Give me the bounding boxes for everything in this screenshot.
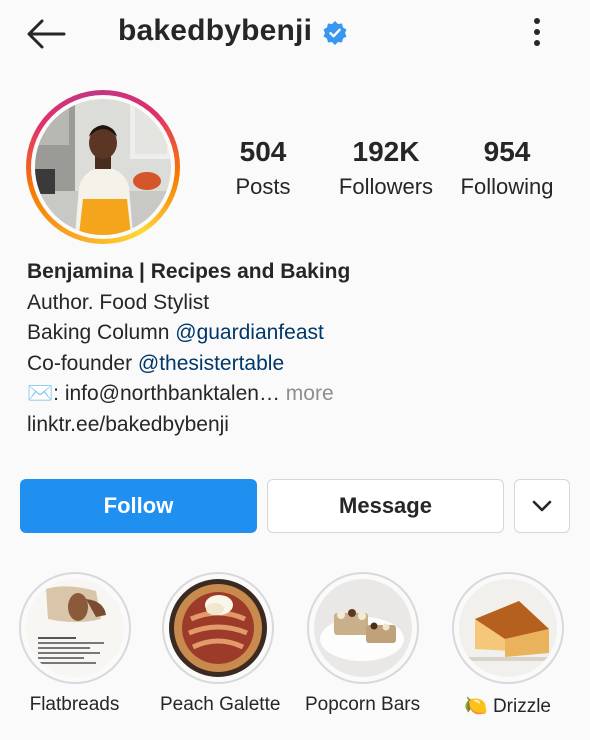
- message-button[interactable]: Message: [267, 479, 504, 533]
- highlight-peach-galette[interactable]: Peach Galette: [160, 572, 281, 716]
- follow-button[interactable]: Follow: [20, 479, 257, 533]
- following-count: 954: [483, 136, 531, 167]
- posts-stat[interactable]: 504 Posts: [218, 136, 308, 200]
- popcorn-bars-cover-image: [313, 579, 412, 677]
- more-options-icon[interactable]: [524, 14, 550, 50]
- highlight-label: Flatbreads: [29, 694, 120, 715]
- peach-galette-cover-image: [168, 579, 267, 677]
- suggested-dropdown-button[interactable]: [514, 479, 570, 533]
- mention-guardianfeast[interactable]: @guardianfeast: [175, 321, 324, 344]
- avatar-border: [31, 95, 175, 239]
- bio-column-text: Baking Column: [27, 321, 176, 344]
- highlight-label: Popcorn Bars: [305, 694, 421, 715]
- website-link[interactable]: linktr.ee/bakedbybenji: [27, 410, 567, 441]
- highlight-label: Peach Galette: [160, 694, 281, 715]
- more-link[interactable]: more: [280, 382, 334, 405]
- highlight-ring: [451, 572, 564, 684]
- bio-line-cofounder: Co-founder @thesistertable: [27, 349, 567, 380]
- top-bar: bakedbybenji: [0, 0, 590, 66]
- highlight-ring: [161, 572, 274, 684]
- followers-label: Followers: [338, 174, 434, 199]
- following-stat[interactable]: 954 Following: [452, 136, 562, 200]
- highlight-flatbreads[interactable]: Flatbreads: [17, 572, 132, 716]
- flatbreads-cover-image: [25, 579, 124, 677]
- envelope-icon: ✉️: [27, 382, 54, 405]
- highlight-drizzle[interactable]: 🍋 Drizzle: [450, 572, 565, 718]
- profile-username: bakedbybenji: [118, 14, 313, 47]
- bio-line-role: Author. Food Stylist: [27, 290, 210, 314]
- bio-line-column: Baking Column @guardianfeast: [27, 318, 567, 349]
- highlight-popcorn-bars[interactable]: Popcorn Bars: [305, 572, 420, 716]
- chevron-down-icon: [532, 500, 552, 512]
- display-name: Benjamina | Recipes and Baking: [27, 260, 351, 283]
- followers-count: 192K: [352, 136, 420, 167]
- following-label: Following: [460, 174, 554, 199]
- highlight-label-text: Drizzle: [492, 696, 551, 717]
- bio-line-email: ✉️: info@northbanktalen… more: [27, 379, 567, 410]
- verified-badge-icon: [323, 21, 347, 45]
- drizzle-cake-cover-image: [458, 579, 557, 677]
- highlight-label: 🍋 Drizzle: [450, 694, 565, 718]
- profile-bio: Benjamina | Recipes and Baking Author. F…: [27, 257, 567, 440]
- posts-count: 504: [239, 136, 287, 167]
- highlight-ring: [306, 572, 419, 684]
- bio-email-text: : info@northbanktalen…: [53, 382, 280, 405]
- bio-cofounder-text: Co-founder: [27, 351, 138, 375]
- posts-label: Posts: [235, 174, 291, 199]
- lemon-emoji-icon: 🍋: [463, 696, 488, 717]
- back-arrow-icon[interactable]: [26, 18, 66, 50]
- followers-stat[interactable]: 192K Followers: [330, 136, 442, 200]
- highlight-ring: [18, 572, 131, 684]
- profile-avatar: [35, 99, 171, 235]
- mention-thesistertable[interactable]: @thesistertable: [138, 352, 284, 375]
- story-ring[interactable]: [26, 90, 180, 244]
